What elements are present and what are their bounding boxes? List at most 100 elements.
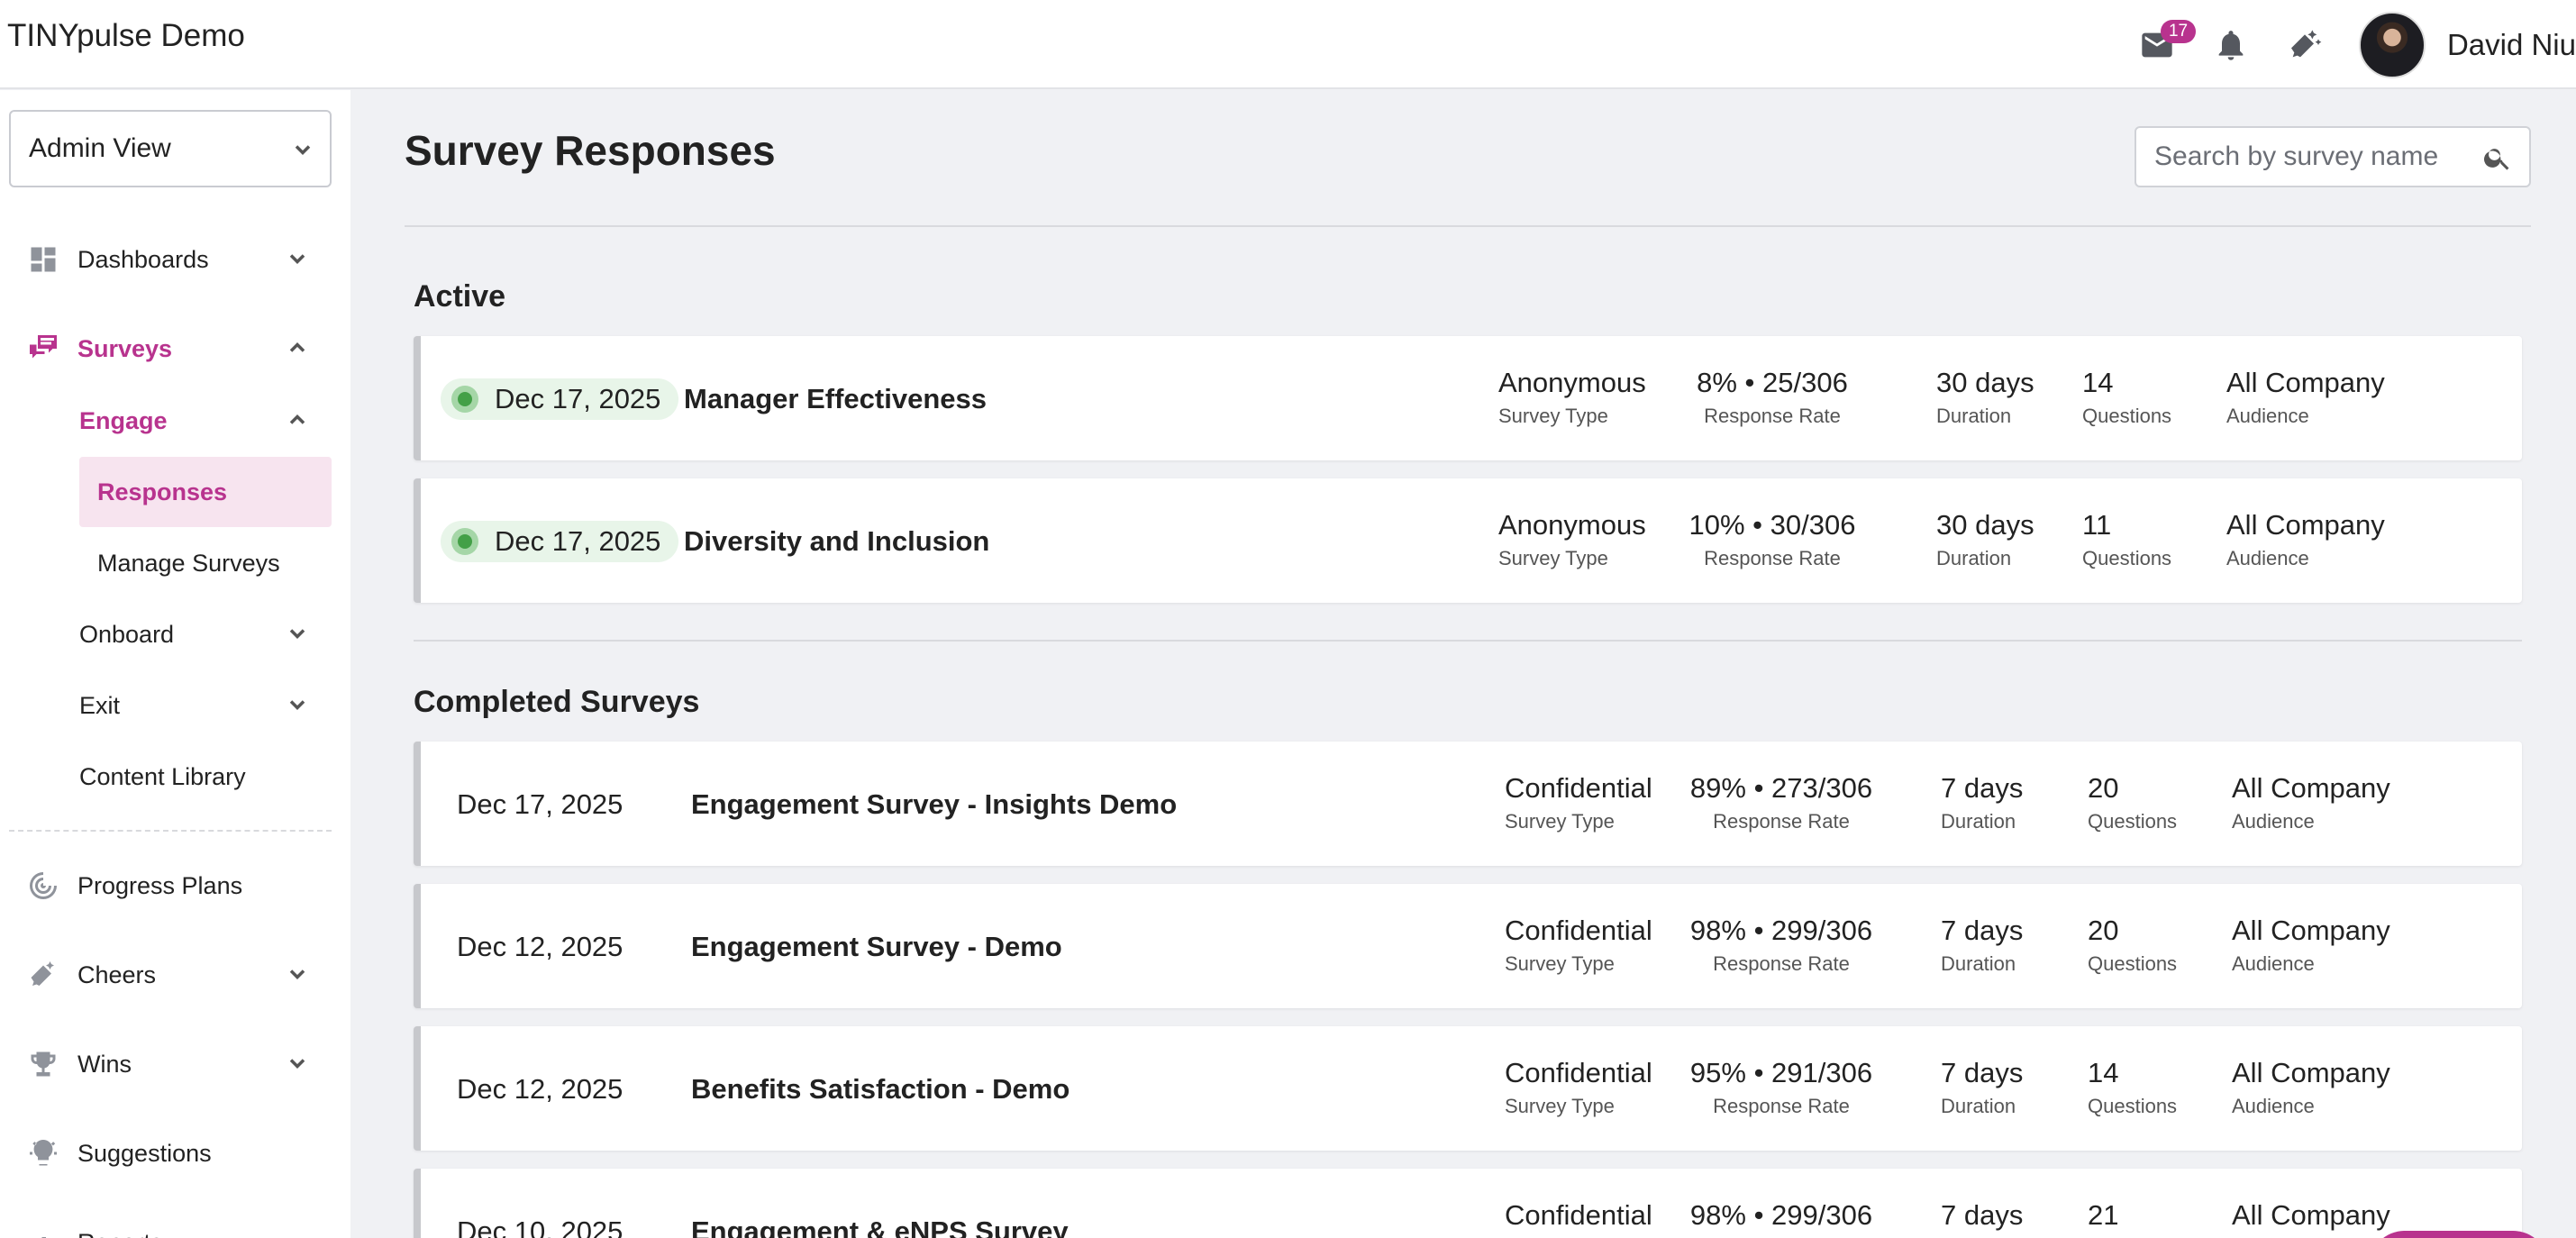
title-divider xyxy=(405,225,2531,227)
sidebar-item-suggestions[interactable]: Suggestions xyxy=(0,1122,350,1185)
top-actions: 17 David Niu xyxy=(2137,0,2576,89)
survey-date: Dec 12, 2025 xyxy=(457,1073,624,1105)
duration: 7 daysDuration xyxy=(1941,1057,2024,1117)
questions: 20 Questions xyxy=(2088,772,2178,833)
survey-type: ConfidentialSurvey Type xyxy=(1505,915,1652,975)
dashboard-icon xyxy=(25,241,61,278)
sidebar-item-content-library[interactable]: Content Library xyxy=(79,742,332,812)
survey-name[interactable]: Engagement Survey - Insights Demo xyxy=(691,788,1177,821)
survey-name[interactable]: Diversity and Inclusion xyxy=(684,525,989,558)
sidebar-item-label: Content Library xyxy=(79,762,246,790)
mail-icon[interactable]: 17 xyxy=(2137,19,2197,65)
sidebar-item-label: Surveys xyxy=(77,334,173,362)
sidebar-item-exit[interactable]: Exit xyxy=(79,670,332,741)
sidebar-item-progress-plans[interactable]: Progress Plans xyxy=(0,854,350,917)
sidebar-item-responses[interactable]: Responses xyxy=(79,457,332,527)
survey-name[interactable]: Benefits Satisfaction - Demo xyxy=(691,1073,1070,1106)
survey-card[interactable]: Dec 12, 2025 Benefits Satisfaction - Dem… xyxy=(414,1026,2522,1151)
sidebar-item-label: Suggestions xyxy=(77,1139,212,1167)
page-title: Survey Responses xyxy=(405,127,776,174)
chevron-down-icon xyxy=(285,1051,310,1082)
help-button[interactable] xyxy=(2369,1231,2549,1238)
survey-type: Anonymous Survey Type xyxy=(1498,509,1646,569)
megaphone-icon[interactable] xyxy=(2285,25,2325,65)
survey-date: Dec 12, 2025 xyxy=(457,931,624,962)
questions: 20 Questions xyxy=(2088,915,2178,975)
audience: All CompanyAudience xyxy=(2226,509,2385,569)
questions: 14 Questions xyxy=(2088,1057,2178,1117)
response-rate: 98% • 299/306Response Rate xyxy=(1689,915,1873,975)
survey-name[interactable]: Engagement & eNPS Survey xyxy=(691,1215,1069,1238)
chevron-up-icon xyxy=(285,407,310,439)
sidebar-item-manage-surveys[interactable]: Manage Surveys xyxy=(79,528,332,598)
sidebar-item-label: Manage Surveys xyxy=(97,549,280,577)
trophy-icon xyxy=(25,1046,61,1082)
sidebar-item-onboard[interactable]: Onboard xyxy=(79,599,332,669)
questions: 11 Questions xyxy=(2082,509,2172,569)
avatar[interactable] xyxy=(2358,11,2426,78)
sidebar-item-cheers[interactable]: Cheers xyxy=(0,943,350,1006)
survey-name[interactable]: Manager Effectiveness xyxy=(684,383,987,415)
user-name[interactable]: David Niu xyxy=(2447,28,2576,62)
survey-card[interactable]: Dec 17, 2025 Diversity and Inclusion Ano… xyxy=(414,478,2522,603)
response-rate: 95% • 291/306 Response Rate xyxy=(1689,1057,1873,1117)
active-date-pill: Dec 17, 2025 xyxy=(441,378,679,420)
chevron-down-icon xyxy=(285,692,310,724)
chat-icon xyxy=(25,331,61,367)
survey-card[interactable]: Dec 12, 2025 Engagement Survey - Demo Co… xyxy=(414,884,2522,1008)
response-rate: 89% • 273/306 Response Rate xyxy=(1689,772,1873,833)
survey-date: Dec 17, 2025 xyxy=(495,525,661,557)
audience: All CompanyAudience xyxy=(2232,1199,2390,1238)
sidebar-item-surveys[interactable]: Surveys xyxy=(0,317,350,380)
section-title-completed: Completed Surveys xyxy=(414,685,700,719)
survey-date: Dec 17, 2025 xyxy=(495,383,661,414)
sidebar-item-label: Onboard xyxy=(79,620,175,648)
sidebar-item-label: Responses xyxy=(97,478,228,505)
report-icon xyxy=(25,1224,61,1238)
sidebar-item-wins[interactable]: Wins xyxy=(0,1033,350,1096)
audience: All CompanyAudience xyxy=(2232,1057,2390,1117)
sidebar-item-label: Progress Plans xyxy=(77,871,243,899)
search-icon[interactable] xyxy=(2482,142,2513,178)
survey-card[interactable]: Dec 10, 2025 Engagement & eNPS Survey Co… xyxy=(414,1169,2522,1238)
search-input[interactable] xyxy=(2154,139,2470,175)
chevron-down-icon xyxy=(285,246,310,278)
survey-type: Anonymous Survey Type xyxy=(1498,367,1646,427)
audience: All CompanyAudience xyxy=(2232,772,2390,833)
response-rate: 8% • 25/306 Response Rate xyxy=(1697,367,1848,427)
sidebar-item-label: Cheers xyxy=(77,960,157,988)
survey-card[interactable]: Dec 17, 2025 Engagement Survey - Insight… xyxy=(414,742,2522,866)
survey-name[interactable]: Engagement Survey - Demo xyxy=(691,931,1062,963)
view-select-value: Admin View xyxy=(29,133,171,163)
response-rate: 98% • 299/306Response Rate xyxy=(1689,1199,1873,1238)
active-status-dot xyxy=(451,386,478,413)
active-status-dot xyxy=(451,528,478,555)
bell-icon[interactable] xyxy=(2211,25,2251,65)
survey-date: Dec 10, 2025 xyxy=(457,1215,624,1238)
sidebar-item-label: Exit xyxy=(79,691,121,719)
view-select[interactable]: Admin View xyxy=(9,110,332,187)
search-box[interactable] xyxy=(2135,126,2531,187)
duration: 30 days Duration xyxy=(1936,367,2034,427)
survey-card[interactable]: Dec 17, 2025 Manager Effectiveness Anony… xyxy=(414,336,2522,460)
section-divider xyxy=(414,640,2522,642)
chevron-up-icon xyxy=(285,335,310,367)
chevron-down-icon xyxy=(285,961,310,993)
section-title-active: Active xyxy=(414,279,506,314)
duration: 7 daysDuration xyxy=(1941,915,2024,975)
duration: 30 days Duration xyxy=(1936,509,2034,569)
duration: 7 daysDuration xyxy=(1941,1199,2024,1238)
sidebar-item-label: Wins xyxy=(77,1050,132,1078)
response-rate: 10% • 30/306 Response Rate xyxy=(1689,509,1856,569)
questions: 21Questions xyxy=(2088,1199,2177,1238)
audience: All CompanyAudience xyxy=(2226,367,2385,427)
sidebar-item-reports[interactable]: Reports xyxy=(0,1211,350,1238)
sidebar: Admin View Dashboards Surveys Engage Res… xyxy=(0,90,350,1238)
sidebar-item-engage[interactable]: Engage xyxy=(79,386,332,456)
audience: All CompanyAudience xyxy=(2232,915,2390,975)
app-title[interactable]: TINYpulse Demo xyxy=(7,18,245,54)
main-content: Survey Responses Active Dec 17, 2025 Man… xyxy=(350,90,2576,1238)
chevron-down-icon xyxy=(285,621,310,652)
sidebar-item-dashboards[interactable]: Dashboards xyxy=(0,228,350,291)
questions: 14 Questions xyxy=(2082,367,2172,427)
